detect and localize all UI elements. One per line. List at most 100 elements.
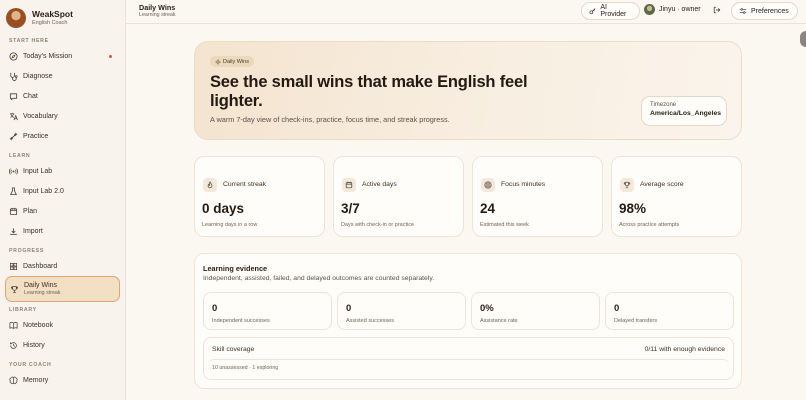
skill-coverage-card[interactable]: Skill coverage 0/11 with enough evidence… xyxy=(203,337,734,380)
section-title: Learning evidence xyxy=(203,264,268,273)
hero-description: A warm 7-day view of check-ins, practice… xyxy=(210,115,450,124)
evidence-label: Independent successes xyxy=(212,318,270,324)
sidebar-item-vocabulary[interactable]: Vocabulary xyxy=(0,106,125,126)
ai-provider-button[interactable]: AI Provider xyxy=(581,2,640,20)
key-icon xyxy=(589,8,596,15)
evidence-card-assistance-rate: 0% Assistance rate xyxy=(471,292,600,330)
evidence-label: Delayed transfers xyxy=(614,318,658,324)
trophy-icon xyxy=(10,285,19,294)
logout-icon[interactable] xyxy=(713,6,721,14)
hero-title: See the small wins that make English fee… xyxy=(210,73,528,110)
evidence-value: 0 xyxy=(212,303,218,314)
stat-note: Across practice attempts xyxy=(619,222,680,228)
nav-section-start-here: START HERE xyxy=(9,38,49,44)
evidence-card-assisted: 0 Assisted successes xyxy=(337,292,466,330)
sidebar-item-label: History xyxy=(23,341,45,349)
section-description: Independent, assisted, failed, and delay… xyxy=(203,275,435,282)
nav-section-learn: LEARN xyxy=(9,153,31,159)
skill-coverage-note: 10 unassessed · 1 exploring xyxy=(212,365,279,371)
hero-banner: Daily Wins See the small wins that make … xyxy=(194,41,742,140)
stat-label: Active days xyxy=(362,181,397,188)
radio-icon xyxy=(9,167,18,176)
stat-card-active-days: Active days 3/7 Days with check-in or pr… xyxy=(333,156,464,237)
sidebar-item-label: Today's Mission xyxy=(23,52,73,60)
stat-note: Estimated this week xyxy=(480,222,529,228)
sidebar-item-label: Vocabulary xyxy=(23,112,58,120)
sidebar-item-practice[interactable]: Practice xyxy=(0,126,125,146)
evidence-label: Assistance rate xyxy=(480,318,518,324)
sidebar-item-notebook[interactable]: Notebook xyxy=(0,315,125,335)
learning-evidence-panel: Learning evidence Independent, assisted,… xyxy=(194,253,742,389)
sidebar-item-dashboard[interactable]: Dashboard xyxy=(0,256,125,276)
sidebar-item-diagnose[interactable]: Diagnose xyxy=(0,66,125,86)
stat-label: Average score xyxy=(640,181,684,188)
sidebar-item-input-lab[interactable]: Input Lab xyxy=(0,161,125,181)
stat-card-current-streak: Current streak 0 days Learning days in a… xyxy=(194,156,325,237)
sidebar-item-memory[interactable]: Memory xyxy=(0,370,125,390)
target-icon xyxy=(481,178,495,192)
flask-icon xyxy=(9,186,18,196)
sidebar-item-label: Practice xyxy=(23,132,49,140)
sidebar-item-label: Diagnose xyxy=(23,72,53,80)
brand[interactable]: WeakSpot English Coach xyxy=(0,0,125,30)
ai-provider-label: AI Provider xyxy=(600,4,627,18)
page-subtitle: Learning streak xyxy=(139,12,176,18)
sparkle-icon xyxy=(215,58,221,65)
flame-icon xyxy=(203,178,217,192)
stat-value: 24 xyxy=(480,201,496,216)
nav-section-progress: PROGRESS xyxy=(9,248,45,254)
hero-badge: Daily Wins xyxy=(210,56,254,67)
history-icon xyxy=(9,341,18,350)
preferences-button[interactable]: Preferences xyxy=(731,2,798,20)
sidebar-item-plan[interactable]: Plan xyxy=(0,201,125,221)
stat-value: 98% xyxy=(619,201,647,216)
nav-section-your-coach: YOUR COACH xyxy=(9,362,52,368)
stat-value: 0 days xyxy=(202,201,245,216)
sidebar-item-label: Dashboard xyxy=(23,262,58,270)
skill-coverage-title: Skill coverage xyxy=(212,346,255,353)
stat-value: 3/7 xyxy=(341,201,360,216)
evidence-value: 0 xyxy=(346,303,352,314)
skill-coverage-detail: 10 unassessed · 1 exploring xyxy=(208,359,729,376)
chat-icon xyxy=(9,92,18,101)
nav-section-library: LIBRARY xyxy=(9,307,37,313)
sidebar-item-chat[interactable]: Chat xyxy=(0,86,125,106)
preferences-label: Preferences xyxy=(751,7,789,15)
import-icon xyxy=(9,227,18,236)
sidebar-item-history[interactable]: History xyxy=(0,335,125,355)
hero-badge-label: Daily Wins xyxy=(223,58,249,65)
sidebar-item-import[interactable]: Import xyxy=(0,221,125,241)
sidebar-item-label: Plan xyxy=(23,207,38,215)
brand-subtitle: English Coach xyxy=(32,20,68,27)
stat-card-focus-minutes: Focus minutes 24 Estimated this week xyxy=(472,156,603,237)
evidence-value: 0 xyxy=(614,303,620,314)
sidebar-item-label: Import xyxy=(23,227,43,235)
panel-toggle-handle[interactable] xyxy=(800,31,806,47)
compass-icon xyxy=(9,51,18,61)
trophy-icon xyxy=(620,178,634,192)
sidebar-item-label: Chat xyxy=(23,92,38,100)
stat-note: Days with check-in or practice xyxy=(341,222,415,228)
top-bar: Daily Wins Learning streak xyxy=(126,0,806,24)
brand-name: WeakSpot xyxy=(32,8,73,19)
sidebar-item-label: Input Lab xyxy=(23,167,53,175)
sidebar-item-label: Memory xyxy=(23,376,49,384)
stat-label: Current streak xyxy=(223,181,267,188)
stat-label: Focus minutes xyxy=(501,181,546,188)
user-menu[interactable]: Jinyu · owner xyxy=(644,4,701,15)
translate-icon xyxy=(9,112,18,121)
user-label: Jinyu · owner xyxy=(659,6,701,13)
sidebar-item-todays-mission[interactable]: Today's Mission xyxy=(0,46,125,66)
stat-note: Learning days in a row xyxy=(202,222,258,228)
sidebar-item-input-lab-2[interactable]: Input Lab 2.0 xyxy=(0,181,125,201)
sliders-icon xyxy=(739,8,747,14)
book-icon xyxy=(9,321,18,330)
stat-card-average-score: Average score 98% Across practice attemp… xyxy=(611,156,742,237)
timezone-card: Timezone America/Los_Angeles xyxy=(641,96,727,126)
timezone-label: Timezone xyxy=(650,102,677,108)
page-title: Daily Wins xyxy=(139,3,176,12)
sidebar-item-sublabel: Learning streak xyxy=(24,289,61,296)
sidebar-item-daily-wins[interactable]: Daily Wins Learning streak xyxy=(5,276,120,302)
grid-icon xyxy=(9,262,18,271)
brand-avatar xyxy=(6,8,26,28)
